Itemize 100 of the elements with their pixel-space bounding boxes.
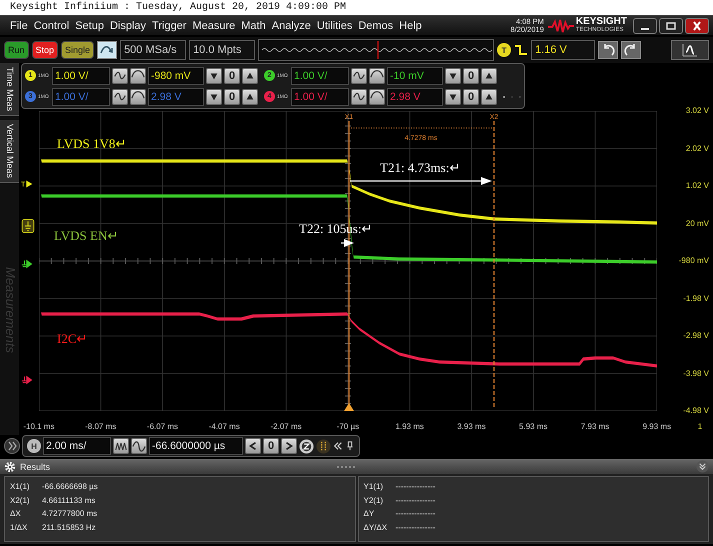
expand-icon[interactable] — [4, 438, 20, 454]
collapse-panel-icon[interactable] — [696, 460, 709, 473]
offset-down-button[interactable] — [445, 88, 461, 104]
horizontal-badge[interactable]: H — [27, 439, 41, 453]
down-triangle-icon[interactable] — [209, 92, 219, 102]
down-triangle-icon[interactable] — [209, 70, 219, 80]
pin-icon[interactable] — [345, 441, 355, 451]
time-position-field[interactable]: -66.6000000 µs — [149, 437, 243, 455]
acquisition-button[interactable]: Single — [61, 41, 94, 59]
vertical-scale-field[interactable]: 1.00 V/ — [291, 66, 349, 84]
result-name: 1/ΔX — [10, 522, 28, 532]
position-zero-button[interactable]: 0 — [263, 438, 279, 454]
offset-field[interactable]: -10 mV — [387, 66, 443, 84]
up-triangle-icon[interactable] — [245, 70, 255, 80]
time-scale-field[interactable]: 2.00 ms/ — [43, 437, 111, 455]
side-tab[interactable]: Vertical Meas — [0, 120, 19, 184]
close-icon[interactable] — [691, 20, 703, 30]
side-tab[interactable]: Time Meas — [0, 63, 19, 116]
offset-up-button[interactable] — [242, 88, 258, 104]
waveform-overview[interactable] — [258, 39, 494, 61]
offset-down-button[interactable] — [445, 68, 461, 84]
vertical-scale-field[interactable]: 1.00 V/ — [52, 88, 110, 106]
position-left-button[interactable] — [245, 438, 261, 454]
offset-zero-button[interactable]: 0 — [224, 88, 240, 104]
axis-label: -1.98 V — [683, 292, 709, 304]
marker-icon[interactable] — [316, 438, 331, 454]
memory-depth-field[interactable]: 10.0 Mpts — [189, 40, 256, 60]
axis-label: 2.02 V — [686, 142, 709, 154]
minimize-button[interactable] — [633, 18, 657, 34]
menu-item[interactable]: Control — [34, 20, 70, 32]
up-triangle-icon[interactable] — [484, 70, 494, 80]
cursor-line[interactable] — [493, 121, 495, 407]
up-triangle-icon[interactable] — [245, 92, 255, 102]
offset-field[interactable]: 2.98 V — [387, 88, 443, 106]
result-value: 211.515853 Hz — [42, 522, 96, 532]
menu-item[interactable]: Setup — [75, 20, 104, 32]
result-name: X2(1) — [10, 496, 31, 505]
acquisition-button[interactable]: Stop — [32, 41, 58, 59]
waveform-icon[interactable] — [681, 42, 699, 58]
position-right-button[interactable] — [281, 438, 297, 454]
zoom-icon[interactable] — [299, 438, 314, 454]
result-name: X1(1) — [10, 482, 31, 492]
menu-item[interactable]: Utilities — [316, 20, 352, 32]
axis-label: 9.93 ms — [642, 422, 672, 430]
result-name: ΔY/ΔX — [364, 522, 388, 532]
trigger-position-icon[interactable] — [344, 403, 354, 411]
menu-item[interactable]: Trigger — [152, 20, 186, 32]
result-value: 4.72777800 ms — [42, 509, 98, 518]
offset-zero-button[interactable]: 0 — [224, 68, 240, 84]
menu-item[interactable]: Demos — [358, 20, 394, 32]
logo-name: KEYSIGHT — [576, 16, 627, 26]
down-triangle-icon[interactable] — [448, 70, 458, 80]
axis-label: 7.93 ms — [580, 422, 610, 430]
redo-button[interactable] — [621, 41, 642, 59]
offset-zero-button[interactable]: 0 — [463, 68, 479, 84]
offset-field[interactable]: 2.98 V — [148, 88, 204, 106]
offset-down-button[interactable] — [206, 88, 222, 104]
axis-label: 3.02 V — [686, 105, 709, 117]
axis-label: 5.93 ms — [518, 422, 548, 430]
offset-up-button[interactable] — [481, 68, 497, 84]
right-chevron-icon[interactable] — [284, 441, 294, 451]
sample-rate-field[interactable]: 500 MSa/s — [120, 40, 186, 60]
axis-label: 1 — [698, 422, 702, 430]
offset-down-button[interactable] — [206, 68, 222, 84]
collapse-icon[interactable] — [333, 441, 343, 451]
offset-field[interactable]: -980 mV — [148, 66, 204, 84]
vertical-scale-field[interactable]: 1.00 V/ — [291, 88, 349, 106]
acquisition-button[interactable]: Run — [4, 41, 29, 59]
offset-up-button[interactable] — [481, 88, 497, 104]
axis-label: -2.98 V — [683, 330, 709, 342]
menu-item[interactable]: File — [10, 20, 28, 32]
close-button[interactable] — [685, 18, 709, 34]
menu-item[interactable]: Math — [241, 20, 266, 32]
settings-icon[interactable] — [4, 460, 16, 472]
trigger-badge[interactable]: T — [497, 43, 512, 57]
result-value: --------------- — [396, 482, 436, 492]
offset-zero-button[interactable]: 0 — [463, 88, 479, 104]
vertical-scale-field[interactable]: 1.00 V/ — [52, 66, 110, 84]
trigger-level-field[interactable]: 1.16 V — [531, 40, 596, 60]
waveform-view-button[interactable] — [671, 40, 709, 60]
left-chevron-icon[interactable] — [248, 441, 258, 451]
menu-item[interactable]: Display — [110, 20, 146, 32]
arrow — [341, 239, 354, 247]
ground-marker-icon[interactable] — [21, 219, 35, 233]
menu-item[interactable]: Measure — [192, 20, 236, 32]
offset-up-button[interactable] — [242, 68, 258, 84]
ground-marker-icon[interactable] — [21, 373, 35, 387]
down-triangle-icon[interactable] — [448, 92, 458, 102]
falling-edge-icon[interactable] — [514, 43, 528, 57]
axis-label: -3.98 V — [683, 368, 709, 380]
ground-marker-icon[interactable] — [21, 257, 35, 271]
up-triangle-icon[interactable] — [484, 92, 494, 102]
maximize-icon[interactable] — [665, 20, 677, 30]
menu-item[interactable]: Analyze — [272, 20, 311, 32]
axis-label: -2.07 ms — [270, 422, 303, 430]
undo-button[interactable] — [598, 41, 618, 59]
maximize-button[interactable] — [659, 18, 683, 34]
axis-label: -4.98 V — [683, 405, 709, 417]
undo-icon[interactable] — [601, 43, 616, 57]
menu-item[interactable]: Help — [399, 20, 422, 32]
